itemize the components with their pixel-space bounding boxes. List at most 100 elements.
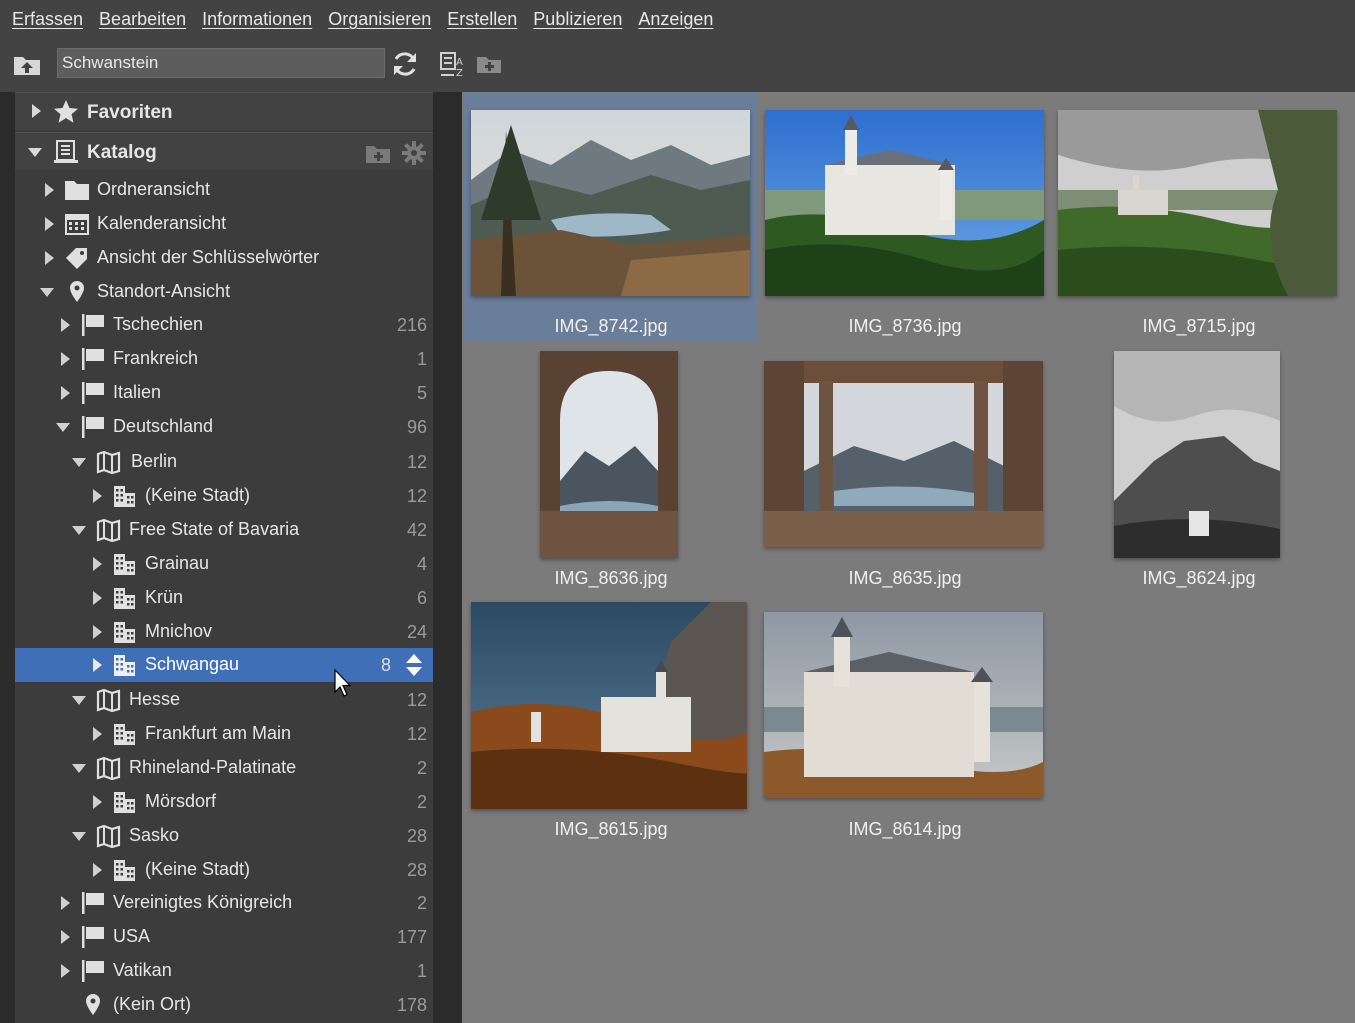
item-count: 216 [396,315,427,335]
thumbnail-image[interactable] [1058,110,1337,296]
chevron-right-icon[interactable] [90,726,104,742]
tree-item-label: Grainau [145,553,210,573]
chevron-right-icon[interactable] [90,624,104,640]
tree-item-kruen[interactable]: Krün 6 [15,581,433,615]
tree-item-bavaria[interactable]: Free State of Bavaria 42 [15,513,433,547]
gear-icon[interactable] [401,140,427,166]
city-icon [114,622,135,643]
thumbnail-image[interactable] [471,602,747,809]
chevron-right-icon[interactable] [58,963,72,979]
thumbnail-item[interactable]: IMG_8742.jpg [464,92,758,342]
chevron-down-icon[interactable] [39,286,55,298]
tree-item-label: Free State of Bavaria [129,519,300,539]
tree-item-label: Berlin [131,451,178,471]
chevron-right-icon[interactable] [42,182,56,198]
chevron-right-icon[interactable] [90,862,104,878]
chevron-right-icon[interactable] [58,317,72,333]
calendar-icon [65,214,89,235]
chevron-right-icon[interactable] [90,556,104,572]
thumbnail-item[interactable]: IMG_8636.jpg [464,343,758,593]
tree-item-label: Frankfurt am Main [145,723,292,743]
thumbnail-image[interactable] [765,110,1044,296]
tree-item-frankreich[interactable]: Frankreich 1 [15,342,433,376]
tree-item-frankfurt[interactable]: Frankfurt am Main 12 [15,717,433,751]
thumbnail-image[interactable] [1114,351,1280,558]
folder-up-icon[interactable] [12,49,42,79]
thumbnail-image[interactable] [471,110,750,296]
reorder-arrows-icon[interactable] [405,653,423,677]
tree-item-mnichov[interactable]: Mnichov 24 [15,615,433,649]
chevron-right-icon[interactable] [58,351,72,367]
tree-item-tschechien[interactable]: Tschechien 216 [15,308,433,342]
chevron-down-icon[interactable] [27,146,43,158]
item-count: 12 [406,486,427,506]
menu-publizieren[interactable]: Publizieren [525,9,630,30]
tree-item-grainau[interactable]: Grainau 4 [15,547,433,581]
thumbnail-item[interactable]: IMG_8736.jpg [758,92,1052,342]
chevron-right-icon[interactable] [90,657,104,673]
tree-item-ordneransicht[interactable]: Ordneransicht [15,173,433,207]
new-folder-icon[interactable] [475,49,505,79]
add-folder-icon[interactable] [365,141,391,165]
section-catalog[interactable]: Katalog [15,132,433,170]
tree-item-uk[interactable]: Vereinigtes Königreich 2 [15,886,433,920]
chevron-down-icon[interactable] [55,421,71,433]
tree-item-berlin[interactable]: Berlin 12 [15,445,433,479]
chevron-right-icon[interactable] [58,385,72,401]
tree-item-deutschland[interactable]: Deutschland 96 [15,410,433,444]
catalog-icon [54,140,78,163]
menu-anzeigen[interactable]: Anzeigen [630,9,721,30]
flag-icon [82,892,104,914]
tree-item-vatikan[interactable]: Vatikan 1 [15,954,433,988]
thumbnail-item[interactable]: IMG_8614.jpg [758,594,1052,844]
thumbnail-item[interactable]: IMG_8635.jpg [758,343,1052,593]
chevron-right-icon[interactable] [58,929,72,945]
tree-item-moersdorf[interactable]: Mörsdorf 2 [15,785,433,819]
menu-erstellen[interactable]: Erstellen [439,9,525,30]
tree-item-italien[interactable]: Italien 5 [15,376,433,410]
thumbnail-image[interactable] [764,361,1043,547]
sort-icon[interactable]: A Z [438,49,468,79]
tree-item-kein-ort[interactable]: (Kein Ort) 178 [15,988,433,1022]
mouse-cursor-icon [334,669,352,697]
thumbnail-filename: IMG_8715.jpg [1142,316,1256,336]
tree-item-usa[interactable]: USA 177 [15,920,433,954]
menu-bearbeiten[interactable]: Bearbeiten [91,9,194,30]
tree-item-schwangau[interactable]: Schwangau 8 [15,648,433,682]
refresh-icon[interactable] [390,49,420,79]
menu-informationen[interactable]: Informationen [194,9,320,30]
tree-item-standort[interactable]: Standort-Ansicht [15,275,433,309]
tag-icon [66,248,87,269]
search-input[interactable] [62,49,352,77]
thumbnail-image[interactable] [764,612,1043,798]
chevron-right-icon[interactable] [29,103,43,119]
thumbnail-item[interactable]: IMG_8715.jpg [1052,92,1346,342]
thumbnail-item[interactable]: IMG_8624.jpg [1052,343,1346,593]
tree-item-kalenderansicht[interactable]: Kalenderansicht [15,207,433,241]
tree-item-label: Ansicht der Schlüsselwörter [97,247,320,267]
menu-organisieren[interactable]: Organisieren [320,9,439,30]
thumbnail-image[interactable] [540,351,678,558]
search-box[interactable] [57,48,385,78]
chevron-right-icon[interactable] [90,794,104,810]
thumbnail-item[interactable]: IMG_8615.jpg [464,594,758,844]
chevron-down-icon[interactable] [71,694,87,706]
tree-item-sasko[interactable]: Sasko 28 [15,819,433,853]
chevron-right-icon[interactable] [42,216,56,232]
menu-erfassen[interactable]: Erfassen [4,9,91,30]
tree-item-keywords[interactable]: Ansicht der Schlüsselwörter [15,241,433,275]
chevron-down-icon[interactable] [71,456,87,468]
chevron-down-icon[interactable] [71,762,87,774]
chevron-right-icon[interactable] [90,590,104,606]
tree-item-keine-stadt[interactable]: (Keine Stadt) 12 [15,479,433,513]
chevron-down-icon[interactable] [71,830,87,842]
chevron-right-icon[interactable] [90,488,104,504]
chevron-right-icon[interactable] [42,250,56,266]
tree-item-hesse[interactable]: Hesse 12 [15,683,433,717]
chevron-down-icon[interactable] [71,524,87,536]
chevron-right-icon[interactable] [58,895,72,911]
tree-item-keine-stadt-2[interactable]: (Keine Stadt) 28 [15,853,433,887]
tree-item-rhineland[interactable]: Rhineland-Palatinate 2 [15,751,433,785]
section-favorites[interactable]: Favoriten [15,92,433,130]
city-icon [114,554,135,575]
